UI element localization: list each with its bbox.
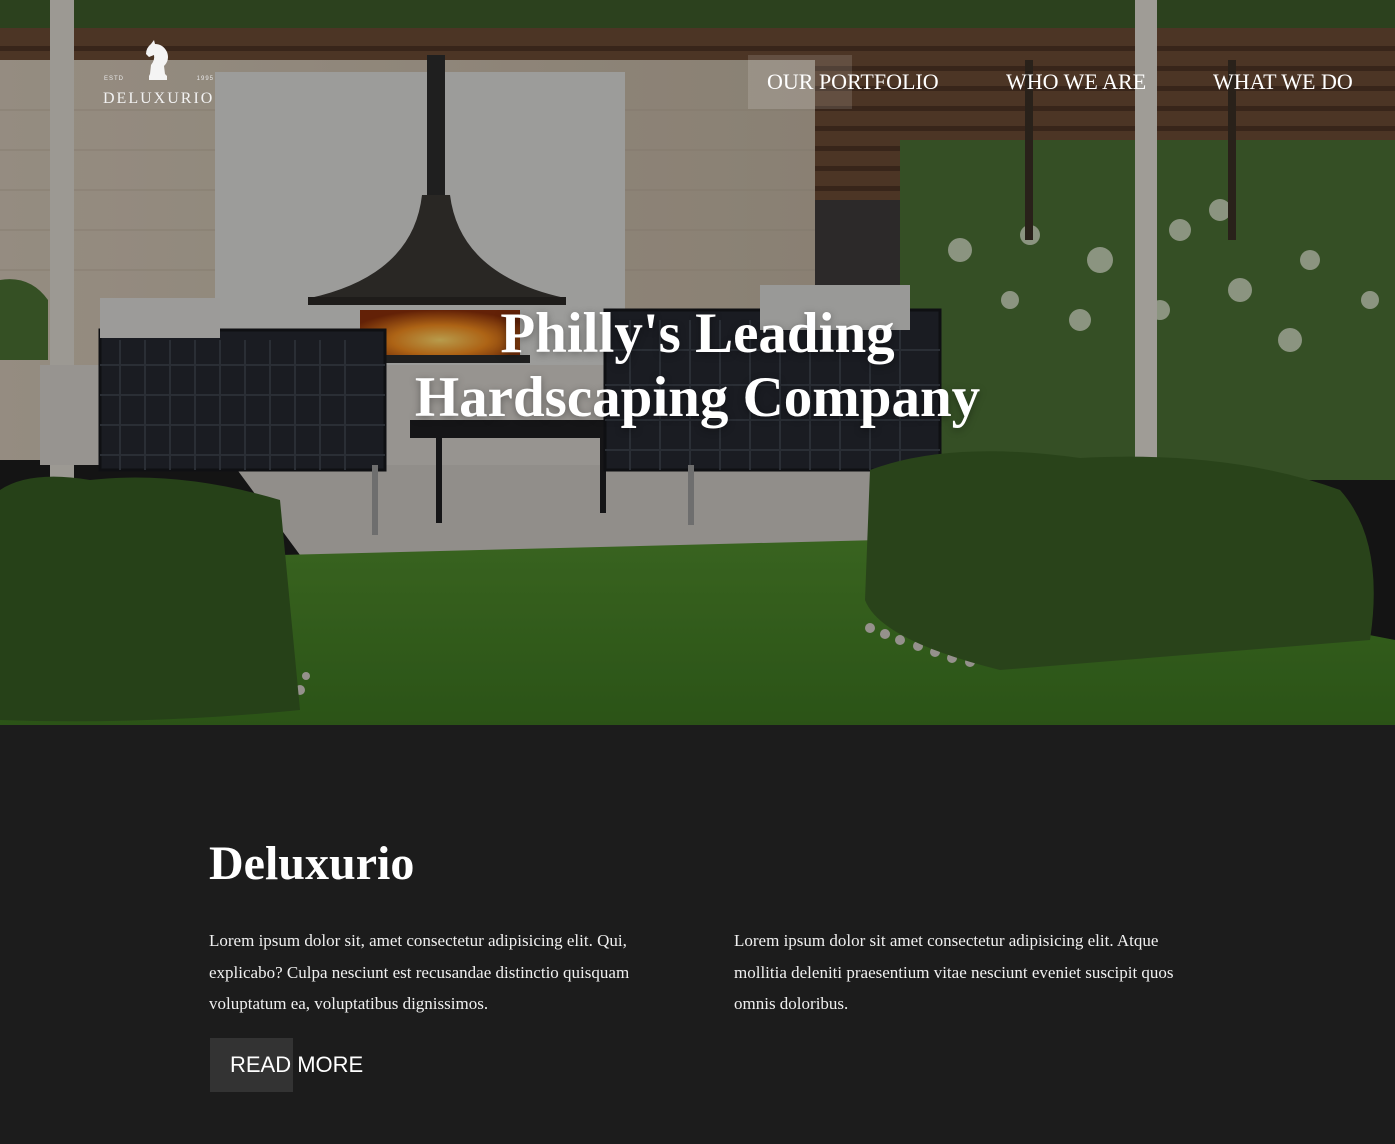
hero-title: Philly's Leading Hardscaping Company: [380, 302, 1015, 430]
about-paragraph-right: Lorem ipsum dolor sit amet consectetur a…: [734, 931, 1174, 1013]
nav-our-portfolio[interactable]: OUR PORTFOLIO: [748, 55, 939, 109]
read-more-label: READ MORE: [230, 1052, 364, 1077]
about-section: Deluxurio Lorem ipsum dolor sit, amet co…: [0, 725, 1395, 1144]
hero-section: ESTD 1995 DELUXURIO OUR PORTFOLIO WHO WE…: [0, 0, 1395, 725]
hero-title-line-1: Philly's Leading: [500, 302, 895, 365]
about-heading: Deluxurio: [209, 837, 415, 890]
nav-what-we-do[interactable]: WHAT WE DO: [1213, 55, 1353, 109]
nav-who-we-are[interactable]: WHO WE ARE: [1006, 55, 1146, 109]
hero-title-line-2: Hardscaping Company: [414, 366, 981, 429]
about-paragraph-left: Lorem ipsum dolor sit, amet consectetur …: [209, 931, 630, 1013]
read-more-button[interactable]: READ MORE: [210, 1038, 363, 1092]
main-nav: OUR PORTFOLIO WHO WE ARE WHAT WE DO: [0, 55, 1395, 109]
